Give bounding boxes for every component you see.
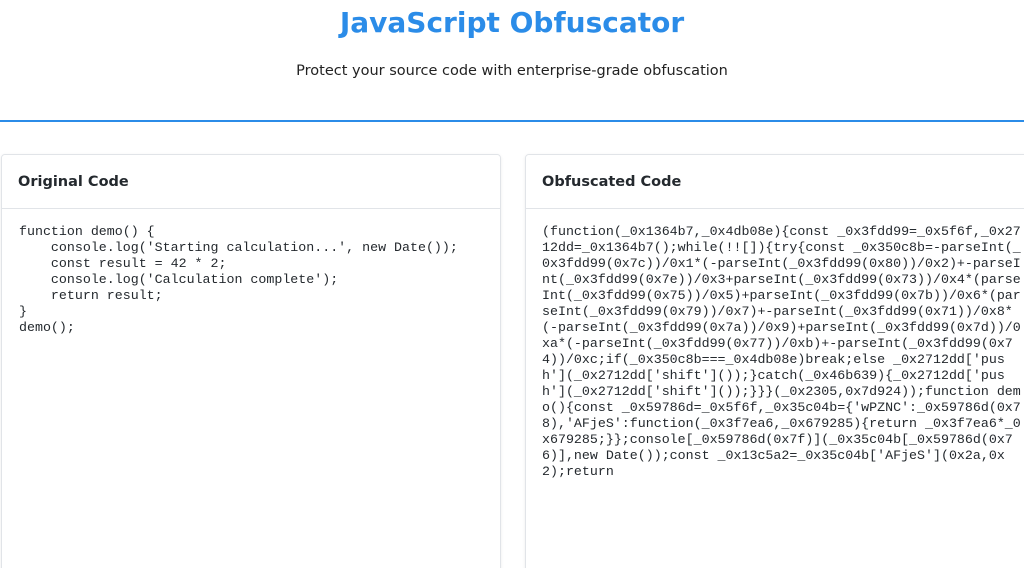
original-code-text[interactable]: function demo() { console.log('Starting … — [2, 209, 500, 336]
obfuscated-code-title: Obfuscated Code — [542, 173, 682, 190]
header-divider — [0, 120, 1024, 122]
page-subtitle: Protect your source code with enterprise… — [296, 63, 728, 79]
obfuscated-code-panel-header: Obfuscated Code — [526, 155, 1024, 209]
obfuscated-code-panel: Obfuscated Code (function(_0x1364b7,_0x4… — [525, 154, 1024, 568]
original-code-title: Original Code — [18, 173, 129, 190]
original-code-panel: Original Code function demo() { console.… — [1, 154, 501, 568]
original-code-panel-header: Original Code — [2, 155, 500, 209]
obfuscated-code-text[interactable]: (function(_0x1364b7,_0x4db08e){const _0x… — [526, 209, 1024, 480]
page-header: JavaScript Obfuscator Protect your sourc… — [0, 0, 1024, 122]
page-title: JavaScript Obfuscator — [339, 6, 685, 39]
page: JavaScript Obfuscator Protect your sourc… — [0, 0, 1024, 568]
